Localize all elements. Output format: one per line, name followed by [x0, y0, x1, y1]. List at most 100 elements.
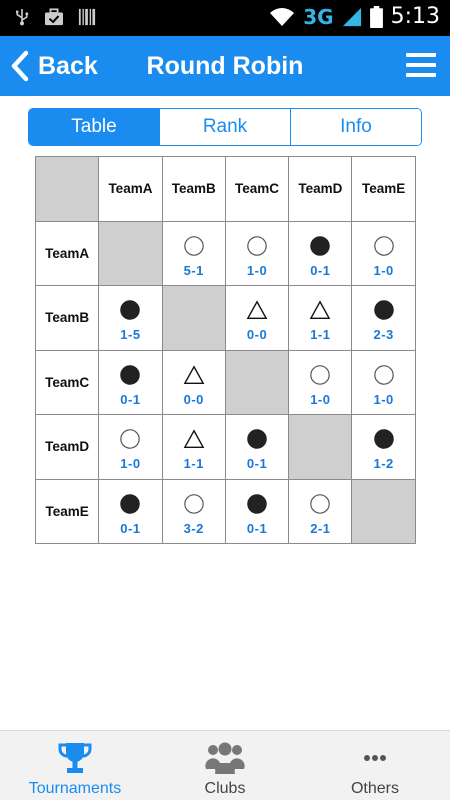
match-score: 0-1	[246, 456, 268, 472]
notification-icons	[14, 7, 96, 27]
row-header: TeamE	[34, 478, 100, 544]
signal-icon	[342, 7, 361, 26]
nav-label-tournaments: Tournaments	[28, 780, 122, 797]
result-cell[interactable]: 1-0	[224, 220, 290, 286]
draw-triangle-icon	[183, 365, 205, 384]
nav-label-others: Others	[350, 780, 399, 797]
diagonal-cell	[288, 414, 353, 480]
win-circle-icon	[373, 364, 394, 385]
result-content: 5-1	[163, 229, 225, 278]
network-type: 3G	[303, 4, 334, 29]
tab-rank[interactable]: Rank	[159, 109, 290, 145]
result-cell[interactable]: 3-2	[161, 478, 226, 544]
win-circle-icon	[120, 429, 141, 450]
match-score: 1-0	[373, 262, 394, 278]
nav-others[interactable]: Others	[300, 731, 450, 800]
diagonal-cell	[224, 349, 290, 415]
table-row: TeamA 5-1 1-0 0-1 1-0	[34, 220, 416, 286]
result-content: 0-1	[99, 487, 161, 536]
column-header: TeamE	[351, 156, 416, 222]
result-cell[interactable]: 1-0	[288, 349, 353, 415]
round-robin-table: TeamA TeamB TeamC TeamD TeamE TeamA 5-1 1-0 0-1 1…	[34, 156, 416, 544]
result-content: 1-0	[226, 229, 288, 278]
table-row: TeamC 0-1 0-0 1-0 1-0	[34, 349, 416, 415]
result-content: 0-1	[226, 487, 288, 536]
result-cell[interactable]: 0-1	[224, 414, 290, 480]
result-cell[interactable]: 5-1	[161, 220, 226, 286]
nav-tournaments[interactable]: Tournaments	[0, 731, 150, 800]
loss-dot-icon	[120, 364, 141, 385]
column-header: TeamD	[288, 156, 353, 222]
diagonal-cell	[98, 220, 163, 286]
diagonal-cell	[161, 285, 226, 351]
nav-clubs[interactable]: Clubs	[150, 731, 300, 800]
result-content: 0-0	[163, 358, 225, 407]
win-circle-icon	[247, 235, 267, 256]
result-cell[interactable]: 0-1	[98, 478, 163, 544]
row-header: TeamA	[34, 220, 100, 286]
result-cell[interactable]: 0-1	[288, 220, 353, 286]
more-dots-icon	[364, 755, 386, 761]
usb-icon	[16, 9, 29, 26]
match-score: 1-1	[310, 327, 331, 343]
match-score: 0-1	[310, 262, 331, 278]
loss-dot-icon	[120, 493, 141, 514]
result-cell[interactable]: 1-2	[351, 414, 416, 480]
tab-info[interactable]: Info	[290, 109, 421, 145]
wifi-icon	[270, 7, 295, 26]
loss-dot-icon	[247, 429, 267, 450]
table-header-row: TeamA TeamB TeamC TeamD TeamE	[34, 156, 416, 222]
match-score: 1-2	[373, 456, 394, 472]
result-cell[interactable]: 1-1	[288, 285, 353, 351]
result-content: 2-3	[352, 293, 414, 342]
tab-table[interactable]: Table	[29, 109, 159, 145]
result-content: 1-1	[289, 293, 351, 342]
result-content: 1-1	[163, 422, 225, 471]
column-header: TeamB	[161, 156, 226, 222]
result-cell[interactable]: 1-0	[98, 414, 163, 480]
result-cell[interactable]: 1-1	[161, 414, 226, 480]
clock: 5:13	[390, 4, 440, 29]
result-cell[interactable]: 0-1	[224, 478, 290, 544]
result-content: 0-0	[226, 293, 288, 342]
result-cell[interactable]: 2-3	[351, 285, 416, 351]
table-corner	[34, 156, 100, 222]
nav-label-clubs: Clubs	[204, 780, 246, 797]
result-cell[interactable]: 0-1	[98, 349, 163, 415]
result-content: 3-2	[163, 487, 225, 536]
match-score: 2-1	[310, 520, 331, 536]
trophy-icon	[58, 743, 92, 773]
view-tabs: Table Rank Info	[28, 108, 422, 146]
loss-dot-icon	[120, 300, 141, 321]
result-content: 1-0	[352, 358, 414, 407]
win-circle-icon	[183, 235, 204, 256]
result-cell[interactable]: 1-0	[351, 349, 416, 415]
match-score: 0-0	[246, 327, 268, 343]
result-cell[interactable]: 2-1	[288, 478, 353, 544]
column-header: TeamA	[98, 156, 163, 222]
match-score: 2-3	[373, 327, 394, 343]
menu-button[interactable]	[406, 53, 436, 79]
battery-icon	[369, 5, 383, 28]
draw-triangle-icon	[246, 300, 268, 320]
match-score: 0-1	[120, 391, 141, 407]
group-icon	[205, 742, 245, 774]
back-button[interactable]: Back	[10, 36, 98, 96]
barcode-icon	[78, 8, 96, 26]
system-status: 3G 5:13	[269, 4, 440, 29]
result-content: 0-1	[289, 229, 351, 278]
result-cell[interactable]: 0-0	[224, 285, 290, 351]
result-cell[interactable]: 1-0	[351, 220, 416, 286]
result-content: 0-1	[99, 358, 161, 407]
chevron-left-icon	[11, 50, 29, 82]
match-score: 0-1	[120, 520, 141, 536]
result-cell[interactable]: 1-5	[98, 285, 163, 351]
briefcase-check-icon	[45, 8, 63, 26]
match-score: 1-5	[120, 327, 141, 343]
result-cell[interactable]: 0-0	[161, 349, 226, 415]
result-content: 1-0	[352, 229, 414, 278]
result-content: 1-0	[289, 358, 351, 407]
match-score: 1-1	[183, 456, 204, 472]
loss-dot-icon	[310, 235, 331, 256]
table-row: TeamE 0-1 3-2 0-1 2-1	[34, 478, 416, 544]
